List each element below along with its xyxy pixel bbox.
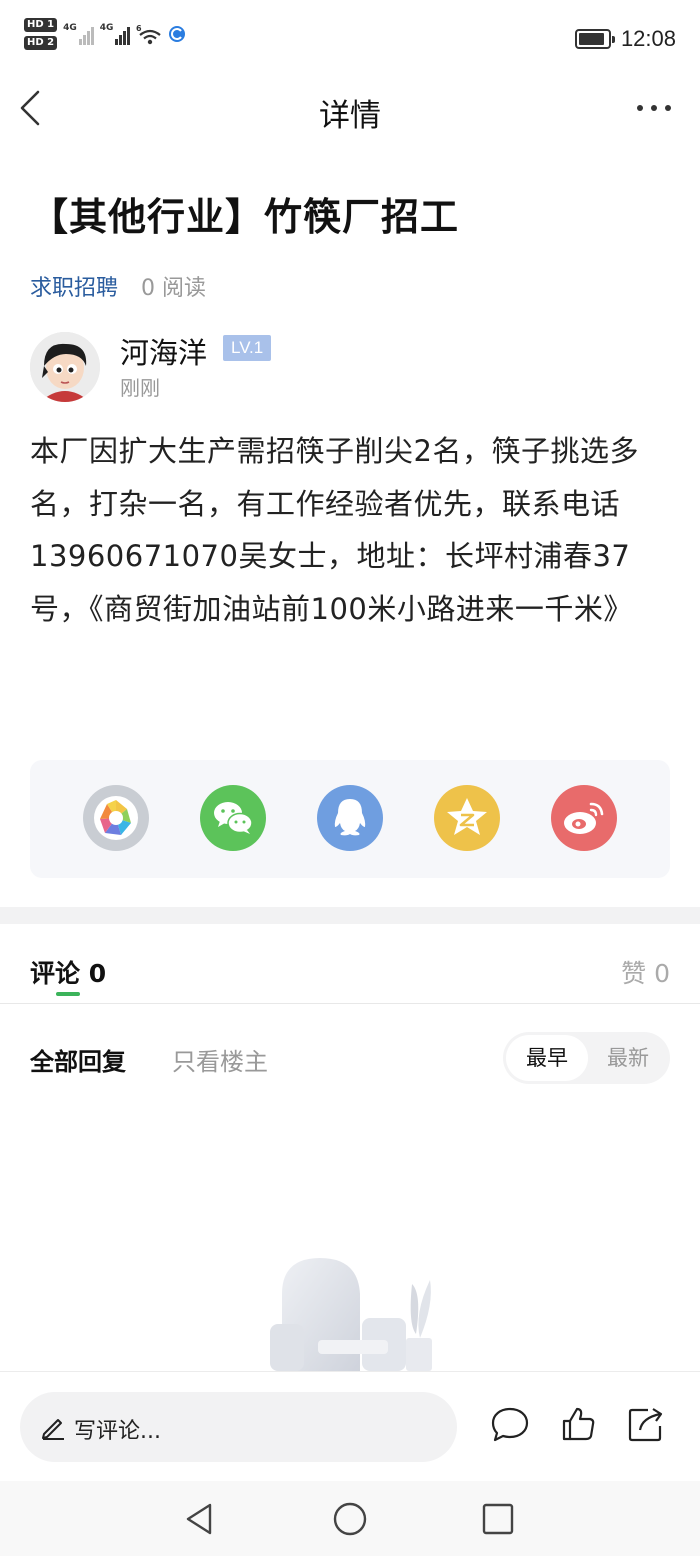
comment-tabs: 评论 0 赞 0	[0, 924, 700, 1004]
comment-placeholder: 写评论...	[74, 1419, 161, 1444]
share-wechat-button[interactable]	[200, 785, 266, 851]
post-meta: 求职招聘 0 阅读	[30, 270, 206, 302]
empty-state-illustration	[270, 1258, 432, 1371]
wechat-icon	[200, 785, 266, 851]
active-tab-indicator	[56, 992, 80, 996]
share-qzone-button[interactable]	[434, 785, 500, 851]
wifi-icon: 6	[136, 24, 162, 45]
level-badge: LV.1	[223, 335, 272, 361]
bottom-action-bar: 写评论...	[0, 1371, 700, 1481]
tab-comments[interactable]: 评论 0	[30, 954, 106, 990]
sim1-badge: HD 1	[24, 18, 58, 32]
filter-all-replies[interactable]: 全部回复	[30, 1042, 126, 1077]
post-body: 本厂因扩大生产需招筷子削尖2名，筷子挑选多名，打杂一名，有工作经验者优先，联系电…	[30, 434, 639, 626]
nav-bar: 详情	[0, 78, 700, 140]
sim2-badge: HD 2	[24, 36, 58, 50]
clock: 12:08	[620, 26, 676, 51]
page-title: 详情	[319, 98, 381, 134]
category-link[interactable]: 求职招聘	[30, 276, 118, 301]
comment-filters: 全部回复 只看楼主 最早 最新	[0, 1030, 700, 1086]
sort-toggle: 最早 最新	[503, 1032, 670, 1084]
like-count: 0	[654, 959, 670, 988]
read-count: 0 阅读	[141, 276, 207, 301]
thumbs-up-icon[interactable]	[558, 1404, 598, 1444]
avatar[interactable]	[30, 332, 100, 402]
author-row[interactable]: 河海洋 LV.1 刚刚	[30, 330, 670, 406]
comment-count: 0	[88, 959, 107, 988]
author-name[interactable]: 河海洋	[120, 330, 207, 372]
qq-icon	[317, 785, 383, 851]
nav-recents-icon[interactable]	[478, 1499, 518, 1539]
tab-likes[interactable]: 赞 0	[621, 954, 670, 990]
nav-home-icon[interactable]	[330, 1499, 370, 1539]
signal-1-icon: 4G	[63, 23, 94, 45]
status-bar: HD 1 HD 2 4G 4G 6 12:08	[0, 0, 700, 78]
comment-input[interactable]: 写评论...	[20, 1392, 457, 1462]
sort-newest-button[interactable]: 最新	[588, 1035, 668, 1081]
status-left: HD 1 HD 2 4G 4G 6	[24, 18, 186, 50]
avatar-image	[30, 332, 100, 402]
share-icon[interactable]	[626, 1404, 666, 1444]
share-moments-button[interactable]	[83, 785, 149, 851]
signal-2-icon: 4G	[100, 23, 131, 45]
post-title: 【其他行业】竹筷厂招工	[30, 195, 460, 239]
pencil-icon	[42, 1419, 64, 1440]
section-divider	[0, 907, 700, 924]
more-icon[interactable]	[634, 96, 674, 120]
status-right: 12:08	[574, 26, 676, 52]
post-time: 刚刚	[120, 376, 160, 400]
comment-icon[interactable]	[490, 1404, 530, 1444]
share-qq-button[interactable]	[317, 785, 383, 851]
svg-text:6: 6	[136, 24, 142, 33]
share-weibo-button[interactable]	[551, 785, 617, 851]
battery-icon	[574, 29, 615, 49]
system-nav-bar	[0, 1481, 700, 1556]
moments-icon	[83, 785, 149, 851]
qzone-icon	[434, 785, 500, 851]
share-panel	[30, 760, 670, 878]
browser-notify-icon	[169, 26, 186, 42]
nav-back-icon[interactable]	[180, 1499, 220, 1539]
weibo-icon	[551, 785, 617, 851]
filter-owner-only[interactable]: 只看楼主	[172, 1042, 268, 1077]
sort-earliest-button[interactable]: 最早	[506, 1035, 588, 1081]
